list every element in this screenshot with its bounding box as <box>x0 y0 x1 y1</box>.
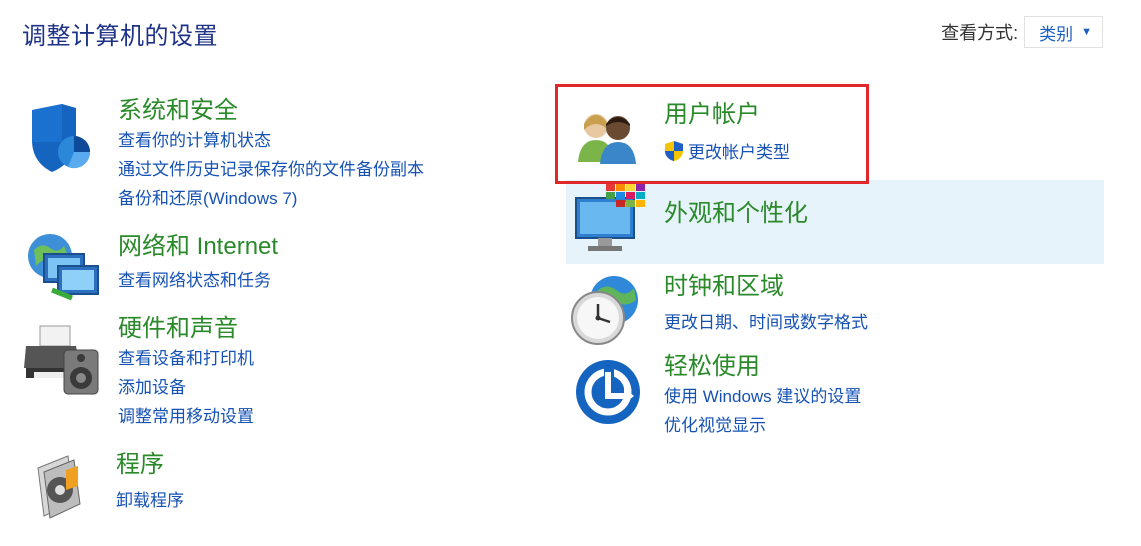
link-view-computer-status[interactable]: 查看你的计算机状态 <box>118 126 424 155</box>
category-title-clock-region[interactable]: 时钟和区域 <box>664 272 868 302</box>
link-uninstall-program[interactable]: 卸载程序 <box>116 486 184 515</box>
view-by-dropdown[interactable]: 类别 ▼ <box>1024 16 1103 48</box>
category-title-hardware-sound[interactable]: 硬件和声音 <box>118 314 254 344</box>
category-title-network[interactable]: 网络和 Internet <box>118 232 278 262</box>
shield-icon[interactable] <box>28 102 92 179</box>
link-optimize-visual-display[interactable]: 优化视觉显示 <box>664 411 861 440</box>
category-title-appearance[interactable]: 外观和个性化 <box>664 199 808 229</box>
link-file-history[interactable]: 通过文件历史记录保存你的文件备份副本 <box>118 155 424 184</box>
link-backup-restore[interactable]: 备份和还原(Windows 7) <box>118 184 424 213</box>
page-title: 调整计算机的设置 <box>22 23 218 50</box>
monitor-palette-icon[interactable] <box>574 184 648 261</box>
ease-of-access-icon[interactable] <box>574 358 642 431</box>
category-programs: 程序 卸载程序 <box>30 450 470 530</box>
view-by: 查看方式: 类别 ▼ <box>941 16 1103 48</box>
chevron-down-icon: ▼ <box>1081 26 1092 38</box>
link-devices-printers[interactable]: 查看设备和打印机 <box>118 344 254 373</box>
category-ease-of-access: 轻松使用 使用 Windows 建议的设置 优化视觉显示 <box>574 352 1074 452</box>
category-appearance: 外观和个性化 <box>574 184 1074 260</box>
view-by-value: 类别 <box>1039 24 1074 44</box>
link-view-network-status[interactable]: 查看网络状态和任务 <box>118 266 278 295</box>
category-title-ease-of-access[interactable]: 轻松使用 <box>664 352 861 382</box>
view-by-label: 查看方式: <box>941 23 1019 43</box>
link-change-date-time-format[interactable]: 更改日期、时间或数字格式 <box>664 308 868 337</box>
annotation-highlight-box <box>555 84 869 184</box>
network-icon[interactable] <box>24 232 102 309</box>
clock-globe-icon[interactable] <box>570 274 644 351</box>
link-windows-recommended-settings[interactable]: 使用 Windows 建议的设置 <box>664 382 861 411</box>
category-network: 网络和 Internet 查看网络状态和任务 <box>24 232 464 312</box>
category-clock-region: 时钟和区域 更改日期、时间或数字格式 <box>570 272 1070 352</box>
link-mobility-settings[interactable]: 调整常用移动设置 <box>118 402 254 431</box>
category-title-programs[interactable]: 程序 <box>116 450 184 480</box>
category-system-security: 系统和安全 查看你的计算机状态 通过文件历史记录保存你的文件备份副本 备份和还原… <box>28 96 468 216</box>
programs-icon[interactable] <box>30 450 90 525</box>
link-add-device[interactable]: 添加设备 <box>118 373 254 402</box>
category-title-system-security[interactable]: 系统和安全 <box>118 96 424 126</box>
printer-speaker-icon[interactable] <box>22 324 102 401</box>
category-hardware-sound: 硬件和声音 查看设备和打印机 添加设备 调整常用移动设置 <box>22 314 462 434</box>
